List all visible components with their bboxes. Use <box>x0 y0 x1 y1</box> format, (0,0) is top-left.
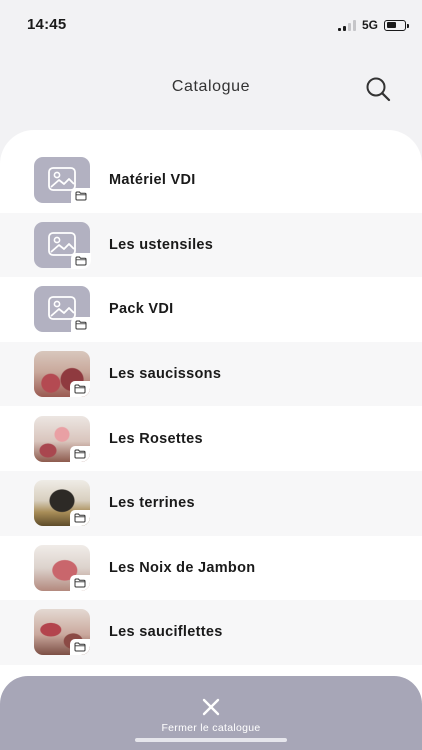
catalogue-list-card: Matériel VDI Les ustensiles Pack VDI Les sa… <box>0 130 422 750</box>
category-thumbnail <box>34 480 90 527</box>
close-icon <box>202 698 220 716</box>
folder-badge <box>70 639 90 656</box>
search-button[interactable] <box>363 74 393 104</box>
folder-icon <box>74 513 86 523</box>
status-indicators: 5G <box>337 18 409 32</box>
catalogue-item-label: Pack VDI <box>109 301 174 318</box>
category-thumbnail <box>34 415 90 462</box>
cellular-signal-icon <box>337 19 356 31</box>
search-icon <box>366 77 391 102</box>
folder-badge <box>71 317 91 334</box>
catalogue-item-label: Les Rosettes <box>109 430 203 447</box>
category-thumbnail <box>34 351 90 398</box>
catalogue-item[interactable]: Les terrines <box>0 470 422 536</box>
status-bar: 14:45 5G <box>0 0 422 50</box>
catalogue-item-label: Les saucissons <box>109 366 222 383</box>
folder-icon <box>75 191 87 201</box>
image-icon <box>48 167 76 192</box>
catalogue-item[interactable]: Les Rosettes <box>0 406 422 471</box>
folder-icon <box>74 578 86 588</box>
catalogue-item[interactable]: Les Noix de Jambon <box>0 536 422 601</box>
image-icon <box>48 296 76 321</box>
battery-icon <box>384 19 409 31</box>
catalogue-list: Matériel VDI Les ustensiles Pack VDI Les sa… <box>0 148 422 665</box>
catalogue-item[interactable]: Les saucissons <box>0 341 422 407</box>
catalogue-item-label: Les terrines <box>109 495 195 512</box>
network-type: 5G <box>361 18 378 32</box>
catalogue-item[interactable]: Pack VDI <box>0 277 422 342</box>
folder-badge <box>71 252 91 269</box>
close-catalogue-button[interactable] <box>199 697 223 717</box>
folder-badge <box>71 188 91 205</box>
catalogue-item[interactable]: Les ustensiles <box>0 212 422 278</box>
folder-icon <box>75 256 87 266</box>
folder-badge <box>70 381 90 398</box>
folder-icon <box>74 449 86 459</box>
page-title: Catalogue <box>171 78 251 95</box>
catalogue-item-label: Les sauciflettes <box>109 624 223 641</box>
close-catalogue-label[interactable]: Fermer le catalogue <box>0 722 422 734</box>
image-placeholder-thumbnail <box>34 286 91 334</box>
catalogue-item[interactable]: Matériel VDI <box>0 148 422 213</box>
folder-icon <box>74 642 86 652</box>
folder-badge <box>70 510 90 527</box>
catalogue-item-label: Les ustensiles <box>109 236 214 253</box>
image-placeholder-thumbnail <box>34 157 91 205</box>
catalogue-item-label: Matériel VDI <box>109 172 196 189</box>
category-thumbnail <box>34 544 90 591</box>
category-thumbnail <box>34 609 90 656</box>
home-indicator <box>135 738 287 742</box>
catalogue-item[interactable]: Les sauciflettes <box>0 600 422 665</box>
status-time: 14:45 <box>27 16 67 33</box>
catalogue-item-label: Les Noix de Jambon <box>109 559 256 576</box>
folder-badge <box>70 574 90 591</box>
folder-icon <box>74 384 86 394</box>
image-icon <box>48 231 76 256</box>
folder-icon <box>75 320 87 330</box>
folder-badge <box>70 445 90 462</box>
image-placeholder-thumbnail <box>34 221 91 269</box>
